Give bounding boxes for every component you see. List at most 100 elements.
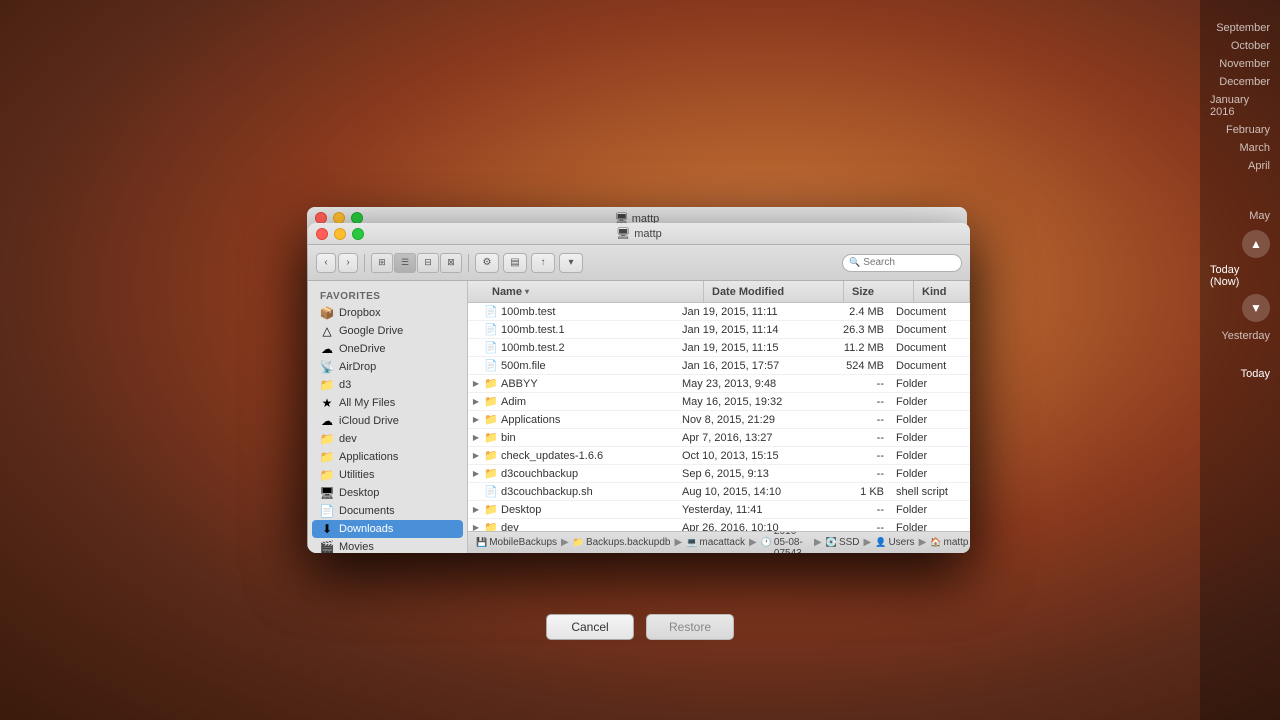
- table-row[interactable]: ▶ 📁 bin Apr 7, 2016, 13:27 -- Folder: [468, 429, 970, 447]
- forward-button[interactable]: ›: [338, 253, 358, 273]
- file-date: May 16, 2015, 19:32: [674, 396, 814, 408]
- table-row[interactable]: ▶ 📁 Adim May 16, 2015, 19:32 -- Folder: [468, 393, 970, 411]
- table-row[interactable]: ▶ 📁 d3couchbackup Sep 6, 2015, 9:13 -- F…: [468, 465, 970, 483]
- table-row[interactable]: ▶ 📁 Applications Nov 8, 2015, 21:29 -- F…: [468, 411, 970, 429]
- table-row[interactable]: ▶ 📁 Desktop Yesterday, 11:41 -- Folder: [468, 501, 970, 519]
- table-row[interactable]: 📄 100mb.test.2 Jan 19, 2015, 11:15 11.2 …: [468, 339, 970, 357]
- file-kind: Folder: [884, 414, 970, 426]
- view-column-button[interactable]: ⊟: [417, 253, 439, 273]
- col-header-date[interactable]: Date Modified: [704, 281, 844, 302]
- file-name: 📄 d3couchbackup.sh: [484, 485, 674, 499]
- share-button[interactable]: ↑: [531, 253, 555, 273]
- sidebar-item-label: AirDrop: [339, 361, 376, 373]
- sort-arrow: ▾: [525, 287, 529, 296]
- table-row[interactable]: ▶ 📁 dev Apr 26, 2016, 10:10 -- Folder: [468, 519, 970, 531]
- file-size: 11.2 MB: [814, 342, 884, 354]
- expand-arrow[interactable]: ▶: [468, 505, 484, 514]
- cancel-button[interactable]: Cancel: [546, 614, 634, 640]
- table-row[interactable]: 📄 100mb.test.1 Jan 19, 2015, 11:14 26.3 …: [468, 321, 970, 339]
- arrange-button[interactable]: ▤: [503, 253, 527, 273]
- expand-arrow[interactable]: ▶: [468, 433, 484, 442]
- sidebar-item-dev[interactable]: 📁 dev: [312, 430, 463, 448]
- folder-icon: 📁: [484, 395, 498, 409]
- maximize-button[interactable]: [352, 228, 364, 240]
- file-kind: Folder: [884, 378, 970, 390]
- file-size: --: [814, 396, 884, 408]
- sidebar-item-label: Applications: [339, 451, 398, 463]
- search-box[interactable]: 🔍: [842, 254, 962, 272]
- expand-arrow[interactable]: ▶: [468, 415, 484, 424]
- sidebar-item-label: Downloads: [339, 523, 393, 535]
- month-december: December: [1219, 74, 1270, 90]
- google-drive-icon: △: [320, 324, 334, 338]
- file-date: May 23, 2013, 9:48: [674, 378, 814, 390]
- expand-arrow[interactable]: ▶: [468, 397, 484, 406]
- table-row[interactable]: 📄 d3couchbackup.sh Aug 10, 2015, 14:10 1…: [468, 483, 970, 501]
- sidebar-item-airdrop[interactable]: 📡 AirDrop: [312, 358, 463, 376]
- mattp-icon: 🏠: [930, 537, 941, 548]
- time-down-button[interactable]: ▼: [1242, 294, 1270, 322]
- time-up-button[interactable]: ▲: [1242, 230, 1270, 258]
- file-date: Oct 10, 2013, 15:15: [674, 450, 814, 462]
- doc-icon: 📄: [484, 323, 498, 337]
- close-button[interactable]: [316, 228, 328, 240]
- search-input[interactable]: [863, 257, 953, 268]
- sidebar-item-all-my-files[interactable]: ★ All My Files: [312, 394, 463, 412]
- dev-icon: 📁: [320, 432, 334, 446]
- sidebar-item-label: Documents: [339, 505, 395, 517]
- file-name: 📁 bin: [484, 431, 674, 445]
- path-date[interactable]: 🕐 2016-05-08-07543...: [761, 531, 810, 553]
- airdrop-icon: 📡: [320, 360, 334, 374]
- path-ssd[interactable]: 💽 SSD: [826, 537, 860, 548]
- back-button[interactable]: ‹: [316, 253, 336, 273]
- sidebar-item-downloads[interactable]: ⬇ Downloads: [312, 520, 463, 538]
- table-row[interactable]: ▶ 📁 ABBYY May 23, 2013, 9:48 -- Folder: [468, 375, 970, 393]
- view-icon-button[interactable]: ⊞: [371, 253, 393, 273]
- sidebar-item-dropbox[interactable]: 📦 Dropbox: [312, 304, 463, 322]
- sidebar-item-movies[interactable]: 🎬 Movies: [312, 538, 463, 553]
- sidebar-item-applications[interactable]: 📁 Applications: [312, 448, 463, 466]
- action-button[interactable]: ⚙: [475, 253, 499, 273]
- path-mattp[interactable]: 🏠 mattp: [930, 537, 968, 548]
- table-row[interactable]: 📄 100mb.test Jan 19, 2015, 11:11 2.4 MB …: [468, 303, 970, 321]
- view-cover-button[interactable]: ⊠: [440, 253, 462, 273]
- expand-arrow[interactable]: ▶: [468, 451, 484, 460]
- expand-arrow[interactable]: ▶: [468, 469, 484, 478]
- sidebar-item-label: d3: [339, 379, 351, 391]
- expand-arrow[interactable]: ▶: [468, 379, 484, 388]
- icloud-icon: ☁: [320, 414, 334, 428]
- expand-arrow[interactable]: ▶: [468, 523, 484, 531]
- table-row[interactable]: ▶ 📁 check_updates-1.6.6 Oct 10, 2013, 15…: [468, 447, 970, 465]
- sidebar-item-desktop[interactable]: 🖥 Desktop: [312, 484, 463, 502]
- restore-button[interactable]: Restore: [646, 614, 734, 640]
- file-name: 📄 500m.file: [484, 359, 674, 373]
- path-users[interactable]: 👤 Users: [875, 537, 914, 548]
- minimize-button[interactable]: [334, 228, 346, 240]
- file-size: --: [814, 414, 884, 426]
- today-now-label: Today (Now): [1210, 264, 1270, 288]
- sidebar-item-onedrive[interactable]: ☁ OneDrive: [312, 340, 463, 358]
- file-list[interactable]: 📄 100mb.test Jan 19, 2015, 11:11 2.4 MB …: [468, 303, 970, 531]
- mobile-backups-icon: 💾: [476, 537, 487, 548]
- sidebar-item-utilities[interactable]: 📁 Utilities: [312, 466, 463, 484]
- edit-tags-button[interactable]: ▾: [559, 253, 583, 273]
- folder-icon: 📁: [484, 449, 498, 463]
- sidebar-item-d3[interactable]: 📁 d3: [312, 376, 463, 394]
- table-row[interactable]: 📄 500m.file Jan 16, 2015, 17:57 524 MB D…: [468, 357, 970, 375]
- sidebar-item-icloud-drive[interactable]: ☁ iCloud Drive: [312, 412, 463, 430]
- view-list-button[interactable]: ☰: [394, 253, 416, 273]
- file-kind: Document: [884, 306, 970, 318]
- file-date: Apr 7, 2016, 13:27: [674, 432, 814, 444]
- col-header-name[interactable]: Name ▾: [484, 281, 704, 302]
- movies-icon: 🎬: [320, 540, 334, 553]
- sidebar-item-documents[interactable]: 📄 Documents: [312, 502, 463, 520]
- path-backups-db[interactable]: 📁 Backups.backupdb: [573, 537, 671, 548]
- col-header-size[interactable]: Size: [844, 281, 914, 302]
- path-macattack[interactable]: 💻 macattack: [686, 537, 745, 548]
- onedrive-icon: ☁: [320, 342, 334, 356]
- path-mobile-backups[interactable]: 💾 MobileBackups: [476, 537, 557, 548]
- file-name: 📄 100mb.test: [484, 305, 674, 319]
- sidebar-item-google-drive[interactable]: △ Google Drive: [312, 322, 463, 340]
- search-icon: 🔍: [849, 257, 860, 268]
- col-header-kind[interactable]: Kind: [914, 281, 970, 302]
